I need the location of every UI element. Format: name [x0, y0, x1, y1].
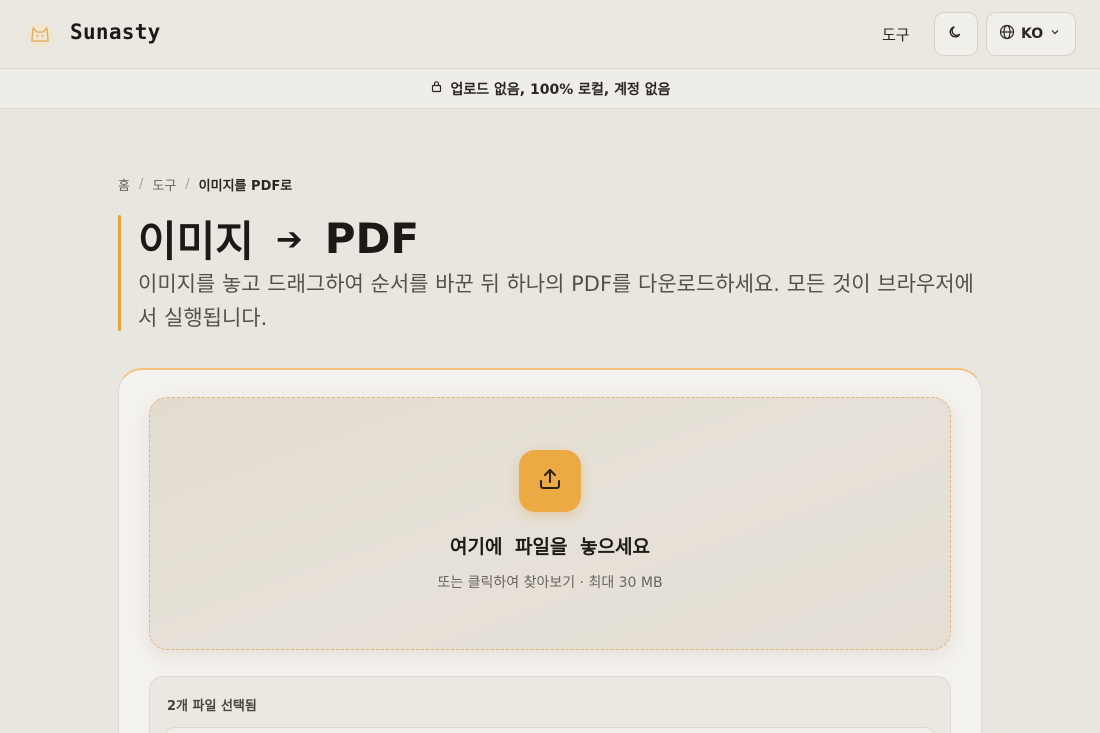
arrow-right-icon: ➔: [275, 219, 303, 258]
banner-text: 업로드 없음, 100% 로컬, 계정 없음: [450, 81, 671, 98]
language-label: KO: [1021, 26, 1044, 42]
selected-files-panel: [149, 676, 951, 733]
cat-icon[interactable]: [25, 19, 55, 49]
globe-icon: [999, 24, 1015, 44]
lock-icon: [430, 80, 443, 97]
title-left: 이미지: [138, 217, 254, 266]
theme-toggle-button[interactable]: [934, 12, 978, 56]
files-count-label: 2개 파일 선택됨: [167, 699, 257, 714]
chevron-down-icon: [1049, 26, 1061, 42]
page-title: 이미지 ➔ PDF: [138, 208, 419, 269]
top-header: Sunasty 도구 KO: [0, 0, 1100, 68]
upload-icon: [537, 466, 563, 496]
page-subtitle: 이미지를 놓고 드래그하여 순서를 바꾼 뒤 하나의 PDF를 다운로드하세요.…: [138, 272, 974, 330]
title-accent-bar: [118, 215, 121, 331]
file-dropzone[interactable]: [149, 397, 951, 650]
breadcrumb-separator: /: [185, 177, 190, 192]
brand-name[interactable]: Sunasty: [70, 20, 161, 44]
breadcrumb-tools[interactable]: 도구: [152, 175, 176, 194]
breadcrumb-home[interactable]: 홈: [118, 175, 130, 194]
breadcrumb-current: 이미지를 PDF로: [198, 179, 293, 194]
upload-button[interactable]: [519, 450, 581, 512]
title-right: PDF: [324, 214, 420, 263]
dropzone-hint: 또는 클릭하여 찾아보기 · 최대 30 MB: [437, 575, 663, 591]
breadcrumb-separator: /: [138, 177, 144, 192]
breadcrumb: 홈 / 도구 / 이미지를 PDF로: [118, 175, 292, 194]
dropzone-title: 여기에 파일을 놓으세요: [449, 536, 651, 558]
language-selector[interactable]: KO: [986, 12, 1076, 56]
nav-tools-link[interactable]: 도구: [882, 24, 910, 45]
moon-icon: [948, 24, 964, 44]
privacy-banner: 업로드 없음, 100% 로컬, 계정 없음: [0, 68, 1100, 109]
file-list-item[interactable]: [165, 727, 935, 733]
